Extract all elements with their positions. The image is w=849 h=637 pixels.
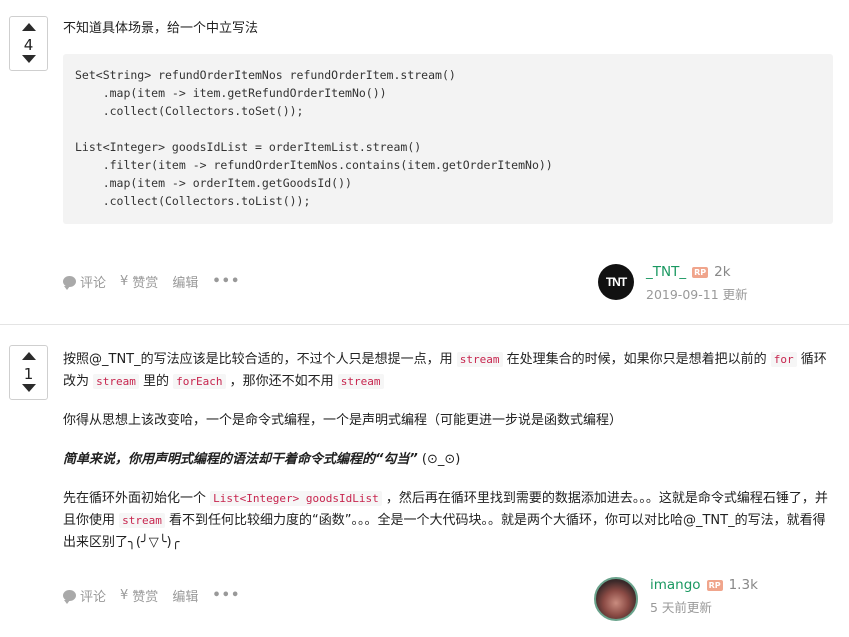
rp-badge: RP (706, 579, 723, 591)
author-name[interactable]: _TNT_ (646, 264, 686, 280)
answer-paragraph: 简单来说，你用声明式编程的语法却干着命令式编程的“勾当” (⊙_⊙) (63, 452, 461, 467)
author-card: TNT _TNT_ RP 2k 2019-09-11 更新 (598, 264, 748, 303)
downvote-button[interactable] (22, 384, 36, 392)
author-card: imango RP 1.3k 5 天前更新 (594, 577, 758, 621)
code-block: Set<String> refundOrderItemNos refundOrd… (63, 54, 833, 224)
inline-code: stream (456, 352, 503, 367)
answer-body: 按照@_TNT_的写法应该是比较合适的，不过个人只是想提一点，用 stream … (63, 349, 833, 554)
answer-item: 4 不知道具体场景，给一个中立写法 Set<String> refundOrde… (0, 0, 849, 324)
comment-button[interactable]: 评论 (63, 272, 106, 291)
answer-actions: 评论 ¥ 赞赏 编辑 ••• (63, 586, 240, 605)
answer-paragraph: 先在循环外面初始化一个 List<Integer> goodsIdList ，然… (63, 491, 828, 550)
emphasis-text: 简单来说，你用声明式编程的语法却干着命令式编程的“勾当” (63, 452, 418, 467)
inline-code: stream (93, 374, 139, 389)
comment-icon (63, 276, 76, 290)
more-button[interactable]: ••• (212, 274, 240, 289)
comment-label: 评论 (80, 590, 107, 605)
reward-button[interactable]: ¥ 赞赏 (120, 272, 158, 291)
answer-paragraph: 你得从思想上该改变哈，一个是命令式编程，一个是声明式编程（可能更进一步说是函数式… (63, 413, 623, 428)
inline-code: for (770, 352, 797, 367)
answer-actions: 评论 ¥ 赞赏 编辑 ••• (63, 272, 240, 291)
answer-body: 不知道具体场景，给一个中立写法 Set<String> refundOrderI… (63, 18, 833, 224)
code-content: Set<String> refundOrderItemNos refundOrd… (75, 68, 553, 208)
answer-item: 1 按照@_TNT_的写法应该是比较合适的，不过个人只是想提一点，用 strea… (0, 324, 849, 637)
reward-label: 赞赏 (132, 590, 159, 605)
edit-button[interactable]: 编辑 (172, 272, 198, 291)
rp-badge: RP (692, 266, 709, 278)
upvote-button[interactable] (22, 352, 36, 360)
update-date: 5 天前更新 (650, 600, 712, 615)
avatar-logo: TNT (605, 275, 627, 289)
downvote-button[interactable] (22, 55, 36, 63)
comment-icon (63, 590, 76, 604)
inline-code: List<Integer> goodsIdList (210, 491, 382, 506)
answer-paragraph: 按照@_TNT_的写法应该是比较合适的，不过个人只是想提一点，用 stream … (63, 352, 827, 389)
reputation: 1.3k (728, 577, 758, 593)
vote-box: 1 (9, 345, 48, 400)
avatar[interactable] (594, 577, 638, 621)
avatar[interactable]: TNT (598, 264, 634, 300)
yen-icon: ¥ (120, 588, 129, 603)
inline-code: forEach (173, 374, 226, 389)
inline-code: stream (337, 374, 384, 389)
comment-label: 评论 (80, 276, 107, 291)
author-name[interactable]: imango (650, 577, 701, 593)
more-button[interactable]: ••• (212, 588, 240, 603)
vote-count: 1 (23, 365, 34, 383)
vote-box: 4 (9, 16, 48, 71)
yen-icon: ¥ (120, 274, 129, 289)
edit-button[interactable]: 编辑 (172, 586, 198, 605)
inline-code: stream (119, 513, 165, 528)
comment-button[interactable]: 评论 (63, 586, 106, 605)
upvote-button[interactable] (22, 23, 36, 31)
reputation: 2k (714, 264, 731, 280)
reward-button[interactable]: ¥ 赞赏 (120, 586, 158, 605)
update-date: 2019-09-11 更新 (646, 287, 748, 302)
reward-label: 赞赏 (132, 276, 159, 291)
vote-count: 4 (23, 36, 34, 54)
answer-text: 不知道具体场景，给一个中立写法 (63, 21, 259, 36)
